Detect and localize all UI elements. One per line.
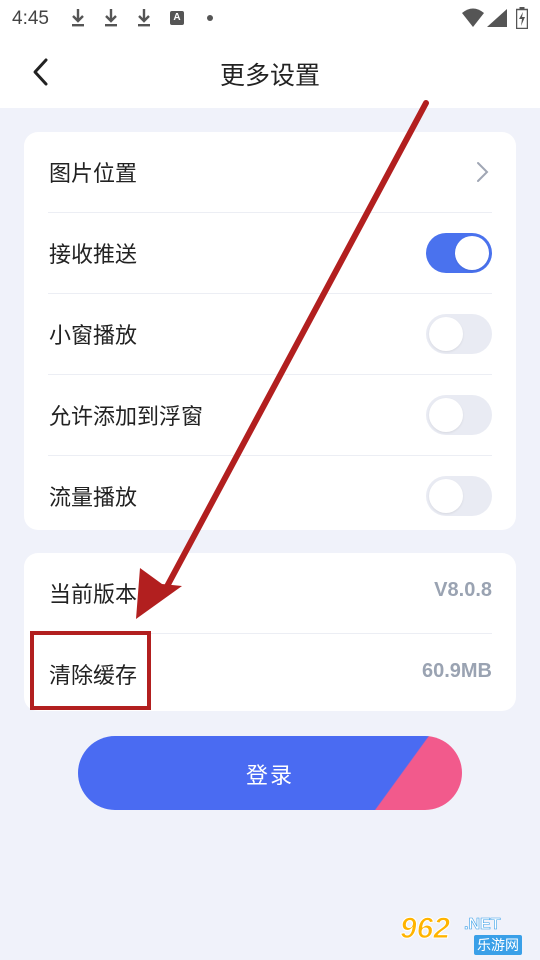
mini-window-label: 小窗播放 [49,324,138,349]
toggle-knob [455,236,489,270]
download-icon [138,9,150,27]
data-play-row: 流量播放 [48,456,492,536]
signal-icon [487,9,507,27]
cache-size-value: 60.9MB [421,660,492,682]
toggle-knob [429,479,463,513]
chevron-right-icon [477,162,489,182]
receive-push-toggle[interactable] [426,233,492,273]
mini-window-row: 小窗播放 [48,294,492,375]
watermark-number: 962 [399,912,451,946]
battery-icon [516,7,528,29]
version-row: 当前版本 V8.0.8 [48,553,492,634]
settings-card: 图片位置 接收推送 小窗播放 允许添加到浮窗 流量播放 [24,132,516,530]
login-button-label: 登录 [245,764,294,789]
data-play-toggle[interactable] [426,476,492,516]
download-icon [105,9,117,27]
version-value: V8.0.8 [434,579,492,601]
watermark-suffix: .NET [464,916,501,934]
annotation-highlight-box [30,631,151,710]
data-play-label: 流量播放 [49,486,138,511]
status-bar: 4:45 A [0,0,540,36]
allow-float-label: 允许添加到浮窗 [49,405,204,430]
mini-window-toggle[interactable] [426,314,492,354]
image-position-row[interactable]: 图片位置 [48,132,492,213]
receive-push-row: 接收推送 [48,213,492,294]
toggle-knob [429,398,463,432]
app-notification-icon: A [170,11,184,25]
image-position-label: 图片位置 [49,162,138,187]
allow-float-toggle[interactable] [426,395,492,435]
watermark-site: 乐游网 [474,935,522,955]
page-title: 更多设置 [219,61,320,90]
status-time: 4:45 [12,8,49,29]
toggle-knob [429,317,463,351]
receive-push-label: 接收推送 [49,243,138,268]
wifi-icon [462,8,484,27]
allow-float-row: 允许添加到浮窗 [48,375,492,456]
header: 更多设置 [0,36,540,108]
watermark-logo: 962 .NET 乐游网 [399,912,534,956]
more-notifications-dot-icon [207,15,213,21]
login-button[interactable]: 登录 [78,736,462,810]
version-label: 当前版本 [49,583,138,608]
download-icon [72,9,84,27]
